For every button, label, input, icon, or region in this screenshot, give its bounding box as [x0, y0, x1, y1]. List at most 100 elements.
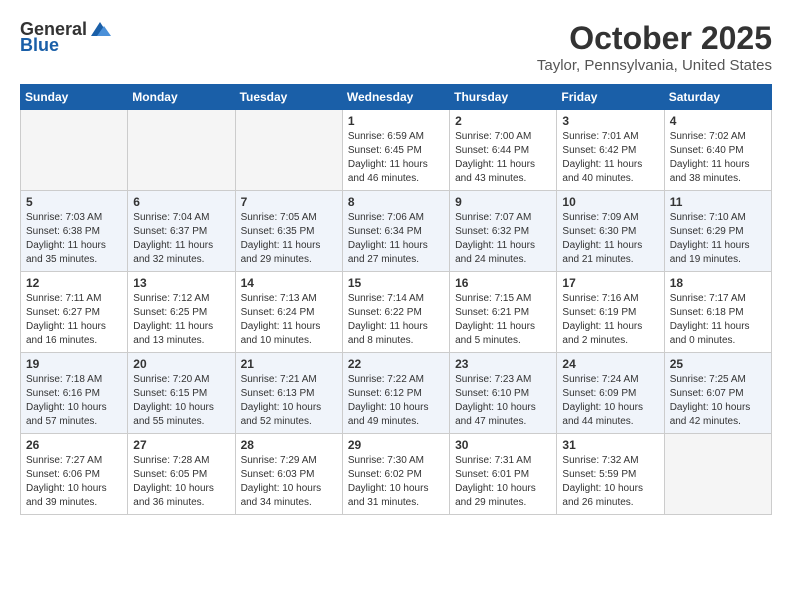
calendar-cell — [128, 110, 235, 191]
day-number: 15 — [348, 276, 444, 290]
calendar-cell: 6 Sunrise: 7:04 AMSunset: 6:37 PMDaylight… — [128, 191, 235, 272]
day-number: 5 — [26, 195, 122, 209]
calendar-cell — [235, 110, 342, 191]
calendar-cell: 15 Sunrise: 7:14 AMSunset: 6:22 PMDayligh… — [342, 272, 449, 353]
calendar-cell — [21, 110, 128, 191]
logo-blue: Blue — [20, 36, 59, 56]
day-number: 23 — [455, 357, 551, 371]
day-number: 19 — [26, 357, 122, 371]
calendar-cell: 18 Sunrise: 7:17 AMSunset: 6:18 PMDayligh… — [664, 272, 771, 353]
day-number: 9 — [455, 195, 551, 209]
calendar-cell: 27 Sunrise: 7:28 AMSunset: 6:05 PMDayligh… — [128, 434, 235, 515]
calendar-cell: 17Sunrise: 7:16 AMSunset: 6:19 PMDayligh… — [557, 272, 664, 353]
location-title: Taylor, Pennsylvania, United States — [537, 57, 772, 74]
calendar-cell: 8 Sunrise: 7:06 AMSunset: 6:34 PMDaylight… — [342, 191, 449, 272]
day-info: Sunrise: 7:11 AMSunset: 6:27 PMDaylight:… — [26, 292, 122, 348]
day-number: 3 — [562, 114, 658, 128]
calendar-week-row: 1Sunrise: 6:59 AMSunset: 6:45 PMDaylight… — [21, 110, 772, 191]
calendar-cell: 21 Sunrise: 7:21 AMSunset: 6:13 PMDayligh… — [235, 353, 342, 434]
calendar-cell: 20Sunrise: 7:20 AMSunset: 6:15 PMDayligh… — [128, 353, 235, 434]
calendar-cell: 29 Sunrise: 7:30 AMSunset: 6:02 PMDayligh… — [342, 434, 449, 515]
header-row: Sunday Monday Tuesday Wednesday Thursday… — [21, 85, 772, 110]
day-number: 24 — [562, 357, 658, 371]
calendar-cell: 16Sunrise: 7:15 AMSunset: 6:21 PMDayligh… — [450, 272, 557, 353]
logo: General Blue — [20, 20, 111, 56]
day-number: 28 — [241, 438, 337, 452]
day-number: 13 — [133, 276, 229, 290]
day-info: Sunrise: 7:22 AMSunset: 6:12 PMDaylight:… — [348, 373, 444, 429]
day-info: Sunrise: 7:15 AMSunset: 6:21 PMDaylight:… — [455, 292, 551, 348]
day-info: Sunrise: 7:17 AMSunset: 6:18 PMDaylight:… — [670, 292, 766, 348]
day-number: 27 — [133, 438, 229, 452]
calendar-cell: 31Sunrise: 7:32 AMSunset: 5:59 PMDayligh… — [557, 434, 664, 515]
day-info: Sunrise: 7:32 AMSunset: 5:59 PMDaylight:… — [562, 454, 658, 510]
day-number: 20 — [133, 357, 229, 371]
month-title: October 2025 — [537, 20, 772, 57]
day-info: Sunrise: 7:21 AMSunset: 6:13 PMDaylight:… — [241, 373, 337, 429]
calendar-cell: 10 Sunrise: 7:09 AMSunset: 6:30 PMDayligh… — [557, 191, 664, 272]
day-number: 8 — [348, 195, 444, 209]
day-info: Sunrise: 7:24 AMSunset: 6:09 PMDaylight:… — [562, 373, 658, 429]
calendar-cell: 2Sunrise: 7:00 AMSunset: 6:44 PMDaylight… — [450, 110, 557, 191]
day-info: Sunrise: 7:25 AMSunset: 6:07 PMDaylight:… — [670, 373, 766, 429]
day-number: 25 — [670, 357, 766, 371]
calendar-cell: 12 Sunrise: 7:11 AMSunset: 6:27 PMDayligh… — [21, 272, 128, 353]
col-saturday: Saturday — [664, 85, 771, 110]
col-tuesday: Tuesday — [235, 85, 342, 110]
day-info: Sunrise: 7:00 AMSunset: 6:44 PMDaylight:… — [455, 130, 551, 186]
calendar-week-row: 26Sunrise: 7:27 AMSunset: 6:06 PMDayligh… — [21, 434, 772, 515]
day-info: Sunrise: 7:23 AMSunset: 6:10 PMDaylight:… — [455, 373, 551, 429]
day-info: Sunrise: 7:30 AMSunset: 6:02 PMDaylight:… — [348, 454, 444, 510]
day-info: Sunrise: 7:06 AMSunset: 6:34 PMDaylight:… — [348, 211, 444, 267]
day-number: 10 — [562, 195, 658, 209]
day-info: Sunrise: 7:01 AMSunset: 6:42 PMDaylight:… — [562, 130, 658, 186]
col-sunday: Sunday — [21, 85, 128, 110]
calendar-cell: 1Sunrise: 6:59 AMSunset: 6:45 PMDaylight… — [342, 110, 449, 191]
calendar-week-row: 12 Sunrise: 7:11 AMSunset: 6:27 PMDayligh… — [21, 272, 772, 353]
day-info: Sunrise: 6:59 AMSunset: 6:45 PMDaylight:… — [348, 130, 444, 186]
day-number: 21 — [241, 357, 337, 371]
page: General Blue October 2025 Taylor, Pennsy… — [0, 0, 792, 525]
day-info: Sunrise: 7:04 AMSunset: 6:37 PMDaylight:… — [133, 211, 229, 267]
calendar-week-row: 5 Sunrise: 7:03 AMSunset: 6:38 PMDaylight… — [21, 191, 772, 272]
calendar-cell: 19 Sunrise: 7:18 AMSunset: 6:16 PMDayligh… — [21, 353, 128, 434]
day-number: 7 — [241, 195, 337, 209]
col-wednesday: Wednesday — [342, 85, 449, 110]
day-info: Sunrise: 7:18 AMSunset: 6:16 PMDaylight:… — [26, 373, 122, 429]
day-info: Sunrise: 7:10 AMSunset: 6:29 PMDaylight:… — [670, 211, 766, 267]
logo-icon — [89, 20, 111, 38]
day-info: Sunrise: 7:28 AMSunset: 6:05 PMDaylight:… — [133, 454, 229, 510]
day-info: Sunrise: 7:12 AMSunset: 6:25 PMDaylight:… — [133, 292, 229, 348]
day-number: 29 — [348, 438, 444, 452]
calendar-cell: 25 Sunrise: 7:25 AMSunset: 6:07 PMDayligh… — [664, 353, 771, 434]
day-number: 6 — [133, 195, 229, 209]
day-number: 11 — [670, 195, 766, 209]
calendar-cell: 13 Sunrise: 7:12 AMSunset: 6:25 PMDayligh… — [128, 272, 235, 353]
calendar-cell: 3 Sunrise: 7:01 AMSunset: 6:42 PMDaylight… — [557, 110, 664, 191]
day-number: 18 — [670, 276, 766, 290]
day-number: 12 — [26, 276, 122, 290]
day-info: Sunrise: 7:14 AMSunset: 6:22 PMDaylight:… — [348, 292, 444, 348]
day-number: 26 — [26, 438, 122, 452]
col-thursday: Thursday — [450, 85, 557, 110]
calendar-cell: 9Sunrise: 7:07 AMSunset: 6:32 PMDaylight… — [450, 191, 557, 272]
calendar-cell: 26Sunrise: 7:27 AMSunset: 6:06 PMDayligh… — [21, 434, 128, 515]
day-info: Sunrise: 7:29 AMSunset: 6:03 PMDaylight:… — [241, 454, 337, 510]
day-info: Sunrise: 7:09 AMSunset: 6:30 PMDaylight:… — [562, 211, 658, 267]
calendar-week-row: 19 Sunrise: 7:18 AMSunset: 6:16 PMDayligh… — [21, 353, 772, 434]
col-monday: Monday — [128, 85, 235, 110]
calendar-table: Sunday Monday Tuesday Wednesday Thursday… — [20, 84, 772, 515]
col-friday: Friday — [557, 85, 664, 110]
calendar-cell: 11 Sunrise: 7:10 AMSunset: 6:29 PMDayligh… — [664, 191, 771, 272]
day-info: Sunrise: 7:13 AMSunset: 6:24 PMDaylight:… — [241, 292, 337, 348]
calendar-cell: 24 Sunrise: 7:24 AMSunset: 6:09 PMDayligh… — [557, 353, 664, 434]
calendar-cell: 4 Sunrise: 7:02 AMSunset: 6:40 PMDaylight… — [664, 110, 771, 191]
day-number: 17 — [562, 276, 658, 290]
day-info: Sunrise: 7:05 AMSunset: 6:35 PMDaylight:… — [241, 211, 337, 267]
day-number: 14 — [241, 276, 337, 290]
calendar-cell: 14 Sunrise: 7:13 AMSunset: 6:24 PMDayligh… — [235, 272, 342, 353]
calendar-cell: 28 Sunrise: 7:29 AMSunset: 6:03 PMDayligh… — [235, 434, 342, 515]
day-info: Sunrise: 7:03 AMSunset: 6:38 PMDaylight:… — [26, 211, 122, 267]
day-number: 4 — [670, 114, 766, 128]
day-info: Sunrise: 7:02 AMSunset: 6:40 PMDaylight:… — [670, 130, 766, 186]
